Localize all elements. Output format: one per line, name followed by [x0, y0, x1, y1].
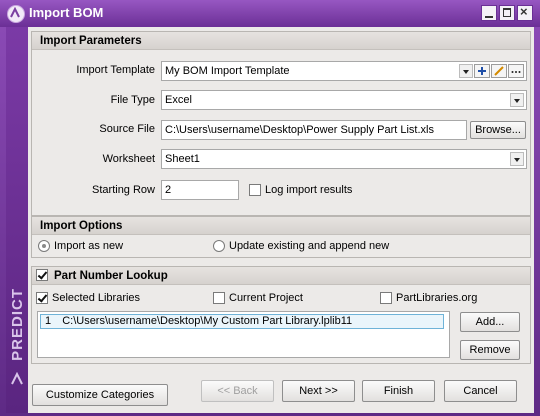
import-options-header: Import Options — [32, 217, 530, 235]
worksheet-value: Sheet1 — [165, 153, 200, 165]
minimize-button[interactable] — [481, 5, 497, 21]
close-button[interactable]: × — [517, 4, 533, 21]
log-import-label: Log import results — [265, 184, 353, 196]
file-type-dropdown-icon[interactable] — [510, 93, 524, 107]
cancel-button[interactable]: Cancel — [444, 380, 517, 402]
selected-libraries-checkbox[interactable] — [36, 292, 48, 304]
maximize-button[interactable] — [499, 5, 515, 21]
dialog-content: Import Parameters Import Template My BOM… — [28, 27, 534, 413]
file-type-select[interactable]: Excel — [161, 90, 527, 110]
starting-row-label: Starting Row — [92, 184, 155, 196]
brand-name: PREDICT — [9, 288, 26, 361]
part-number-lookup-header: Part Number Lookup — [32, 267, 530, 285]
source-file-label: Source File — [99, 123, 155, 135]
back-button[interactable]: << Back — [201, 380, 274, 402]
next-button[interactable]: Next >> — [282, 380, 355, 402]
update-existing-label: Update existing and append new — [229, 240, 390, 252]
part-number-lookup-checkbox[interactable] — [36, 269, 48, 281]
current-project-label: Current Project — [229, 292, 303, 304]
close-icon: × — [520, 4, 528, 19]
file-type-label: File Type — [110, 94, 155, 106]
finish-button[interactable]: Finish — [362, 380, 435, 402]
starting-row-input[interactable]: 2 — [161, 180, 239, 200]
import-template-value: My BOM Import Template — [165, 65, 290, 77]
update-existing-radio[interactable] — [213, 240, 225, 252]
worksheet-dropdown-icon[interactable] — [510, 152, 524, 166]
library-list[interactable]: 1 C:\Users\username\Desktop\My Custom Pa… — [37, 311, 450, 358]
import-as-new-radio[interactable] — [38, 240, 50, 252]
edit-template-icon[interactable] — [491, 64, 507, 78]
import-template-combo[interactable]: My BOM Import Template — [161, 61, 527, 81]
worksheet-label: Worksheet — [102, 153, 155, 165]
partlibraries-checkbox[interactable] — [380, 292, 392, 304]
template-dropdown-icon[interactable] — [459, 64, 473, 78]
import-template-label: Import Template — [76, 64, 155, 76]
library-list-item[interactable]: 1 C:\Users\username\Desktop\My Custom Pa… — [40, 314, 444, 329]
add-template-icon[interactable] — [474, 64, 490, 78]
library-index: 1 — [45, 315, 52, 327]
source-file-input[interactable]: C:\Users\username\Desktop\Power Supply P… — [161, 120, 467, 140]
add-library-button[interactable]: Add... — [460, 312, 520, 332]
library-path: C:\Users\username\Desktop\My Custom Part… — [62, 315, 353, 327]
brand-sidebar: PREDICT — [6, 27, 28, 413]
worksheet-select[interactable]: Sheet1 — [161, 149, 527, 169]
app-logo-icon — [7, 5, 25, 23]
partlibraries-label: PartLibraries.org — [396, 292, 478, 304]
window-title: Import BOM — [29, 5, 104, 20]
selected-libraries-label: Selected Libraries — [52, 292, 141, 304]
brand-mark-icon — [11, 372, 23, 385]
customize-categories-button[interactable]: Customize Categories — [32, 384, 168, 406]
import-bom-window: Import BOM × PREDICT Import Parameters I… — [0, 0, 540, 416]
log-import-checkbox[interactable] — [249, 184, 261, 196]
file-type-value: Excel — [165, 94, 192, 106]
remove-library-button[interactable]: Remove — [460, 340, 520, 360]
import-as-new-label: Import as new — [54, 240, 124, 252]
title-bar[interactable]: Import BOM × — [0, 0, 540, 27]
browse-button[interactable]: Browse... — [470, 121, 526, 139]
import-parameters-header: Import Parameters — [32, 32, 530, 50]
more-options-icon[interactable] — [508, 64, 524, 78]
current-project-checkbox[interactable] — [213, 292, 225, 304]
